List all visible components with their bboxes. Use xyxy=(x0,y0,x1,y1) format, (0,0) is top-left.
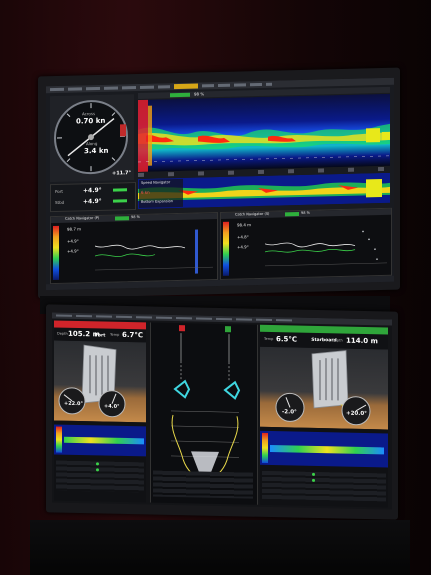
starboard-temp-value: 6.5°C xyxy=(276,335,298,344)
starboard-status-ok-icon xyxy=(312,472,315,476)
starboard-temp-label: Temp xyxy=(264,336,274,342)
catch-left-reading-2: +4.9° xyxy=(67,248,79,254)
starboard-right-gauge-value: +20.0° xyxy=(346,410,367,418)
catch-right-depth: 98.4 m xyxy=(237,222,252,228)
starboard-status-list xyxy=(262,470,386,502)
across-label: Across xyxy=(82,111,96,117)
main-echogram xyxy=(138,93,390,172)
catch-right-plot xyxy=(265,230,387,267)
starboard-echo-strip xyxy=(260,430,388,468)
temp-port-value: +4.9° xyxy=(83,186,102,195)
port-echo-band xyxy=(64,436,144,445)
catch-panel-right: Catch Navigator (S) 98 % 98.4 m +4.8° +4… xyxy=(220,207,392,280)
starboard-echo-band xyxy=(270,445,384,455)
catch-right-header: Catch Navigator (S) 98 % xyxy=(221,208,391,219)
catch-right-reading-1: +4.8° xyxy=(237,234,249,240)
lower-screen: Port Depth 105.2 m Temp 6.7°C +22.0° +4.… xyxy=(52,312,392,510)
upper-tab-active[interactable] xyxy=(174,83,198,90)
secondary-echo-labels: Speed Navigator 6 kn Bottom Expansion xyxy=(139,178,183,208)
echo-header-value: 98 % xyxy=(194,91,205,97)
port-status-ok-icon xyxy=(96,462,99,466)
along-label: Along xyxy=(86,140,98,147)
port-temp-label: Temp xyxy=(110,332,120,337)
temp-stbd-label: Stbd xyxy=(55,199,65,206)
catch-left-colorbar xyxy=(53,225,59,281)
port-status-list xyxy=(56,460,144,493)
starboard-colorbar xyxy=(262,432,268,463)
starboard-left-gauge-value: -2.0° xyxy=(282,409,297,416)
port-header: Port xyxy=(54,320,146,339)
gauge-bottom-value: +11.7° xyxy=(112,170,132,177)
starboard-status-ok-icon-2 xyxy=(312,478,315,482)
port-echo-strip xyxy=(54,424,146,457)
catch-panel-left: Catch Navigator (P) 98 % 98.7 m +4.9° +4… xyxy=(50,212,218,285)
temp-port-label: Port xyxy=(55,188,63,195)
across-value: 0.70 kn xyxy=(76,116,106,126)
port-temp-value: 6.7°C xyxy=(122,330,144,340)
catch-left-depth: 98.7 m xyxy=(67,226,82,232)
catch-right-badge: 98 % xyxy=(301,210,310,215)
port-right-gauge-value: +4.0° xyxy=(104,403,120,410)
temp-panel: Port +4.9° Stbd +4.9° xyxy=(50,182,136,213)
upper-monitor-bezel: Across 0.70 kn Along 3.4 kn +11.7° Port … xyxy=(38,67,400,299)
console-base xyxy=(30,520,410,575)
port-depth-value: 105.2 m xyxy=(68,329,100,339)
echo-status-icon xyxy=(170,92,190,98)
port-colorbar xyxy=(56,426,62,453)
starboard-depth-value: 114.0 m xyxy=(346,336,378,346)
speed-value-label: 6 kn xyxy=(141,189,150,195)
port-door-illustration xyxy=(54,340,146,423)
catch-left-plot xyxy=(95,229,213,274)
catch-right-colorbar xyxy=(223,221,229,276)
starboard-panel: Starboard Temp 6.5°C Depth 114.0 m -2.0°… xyxy=(260,324,388,508)
starboard-door-illustration xyxy=(260,346,388,430)
trawl-speed-gauge xyxy=(50,94,134,183)
port-left-gauge-value: +22.0° xyxy=(64,400,84,408)
port-panel: Port Depth 105.2 m Temp 6.7°C +22.0° +4.… xyxy=(54,320,146,503)
trawl-geometry-panel xyxy=(150,322,258,505)
starboard-depth-label: Depth xyxy=(332,338,343,343)
catch-left-status-icon xyxy=(115,216,129,221)
port-depth-label: Depth xyxy=(57,331,68,336)
catch-left-title: Catch Navigator (P) xyxy=(65,215,100,221)
photo-scene: Across 0.70 kn Along 3.4 kn +11.7° Port … xyxy=(0,0,431,575)
port-status-ok-icon-2 xyxy=(96,468,99,472)
starboard-header: Starboard xyxy=(260,324,388,343)
temp-indicator-icon xyxy=(113,188,127,192)
along-value: 3.4 kn xyxy=(84,146,109,156)
catch-right-reading-2: +4.9° xyxy=(237,244,249,250)
catch-left-badge: 98 % xyxy=(131,214,140,220)
lower-monitor-bezel: Port Depth 105.2 m Temp 6.7°C +22.0° +4.… xyxy=(46,304,398,520)
catch-left-header: Catch Navigator (P) 98 % xyxy=(51,213,217,224)
upper-tab-strip-2[interactable] xyxy=(202,82,272,88)
upper-tab-strip[interactable] xyxy=(50,85,170,92)
bottom-expansion-label: Bottom Expansion xyxy=(141,199,173,204)
temp-stbd-value: +4.9° xyxy=(83,197,102,206)
center-status-list xyxy=(153,470,253,499)
catch-left-reading-1: +4.9° xyxy=(67,238,79,244)
catch-right-title: Catch Navigator (S) xyxy=(235,211,270,217)
speed-nav-label: Speed Navigator xyxy=(141,180,171,185)
catch-right-status-icon xyxy=(285,212,299,217)
temp-indicator-icon-2 xyxy=(113,199,127,203)
upper-screen: Across 0.70 kn Along 3.4 kn +11.7° Port … xyxy=(46,77,394,291)
